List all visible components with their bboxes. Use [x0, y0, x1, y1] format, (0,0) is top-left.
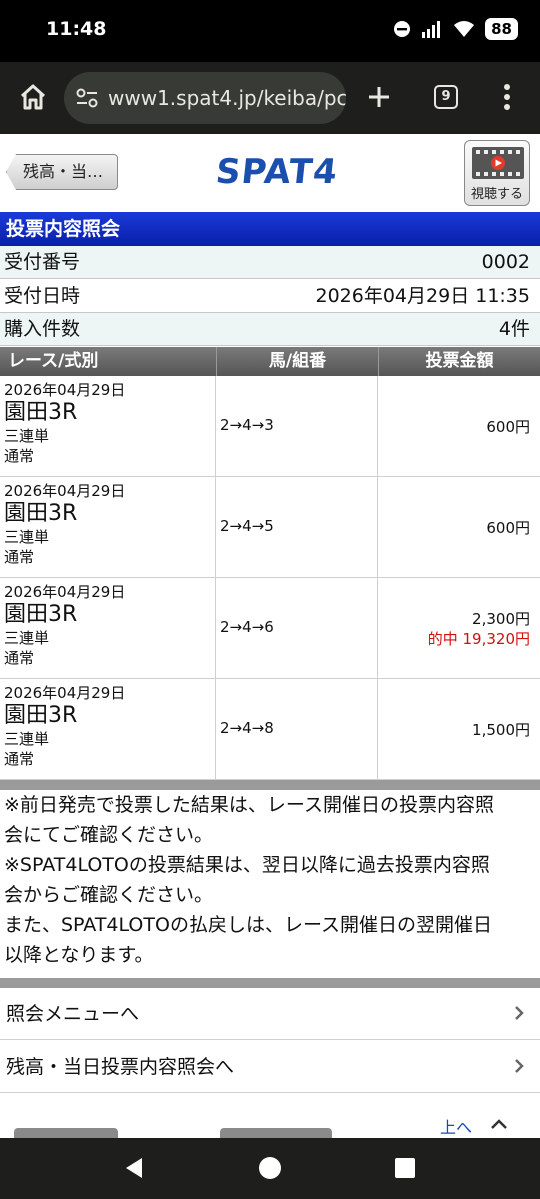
- amount-cell: 600円: [378, 376, 540, 476]
- chevron-right-icon: [515, 1059, 524, 1073]
- bet-kind: 通常: [4, 649, 35, 667]
- combination-cell: 2→4→8: [216, 679, 378, 779]
- signal-icon: [422, 21, 441, 38]
- bet-type: 三連単: [4, 427, 50, 445]
- info-value: 4件: [498, 318, 530, 340]
- note-line: 以降となります。: [4, 944, 154, 966]
- combination-cell: 2→4→3: [216, 376, 378, 476]
- info-label: 購入件数: [4, 318, 81, 340]
- bet-kind: 通常: [4, 447, 35, 465]
- wifi-icon: [454, 21, 475, 37]
- note-line: ※SPAT4LOTOの投票結果は、翌日以降に過去投票内容照: [4, 854, 490, 876]
- url-text: www1.spat4.jp/keiba/pc?: [108, 86, 346, 110]
- site-header: 残高・当… SPAT4 視聴する: [0, 134, 540, 212]
- info-label: 受付日時: [4, 285, 81, 307]
- bet-combination: 2→4→6: [220, 618, 274, 636]
- bet-combination: 2→4→3: [220, 416, 274, 434]
- site-settings-icon[interactable]: [76, 88, 98, 108]
- tab-switcher-button[interactable]: 9: [434, 85, 458, 109]
- footer-button[interactable]: [220, 1128, 332, 1138]
- balance-inquiry-link[interactable]: 残高・当日投票内容照会へ: [0, 1041, 540, 1093]
- table-row: 2026年04月29日 園田3R 三連単 通常 2→4→3 600円: [0, 376, 540, 477]
- watch-video-button[interactable]: 視聴する: [464, 140, 530, 206]
- menu-link-label: 照会メニューへ: [6, 1003, 140, 1025]
- watch-video-label: 視聴する: [470, 187, 523, 202]
- recents-nav-icon[interactable]: [394, 1157, 416, 1179]
- note-line: また、SPAT4LOTOの払戻しは、レース開催日の翌開催日: [4, 914, 492, 936]
- page-title: 投票内容照会: [0, 212, 540, 246]
- amount-cell: 600円: [378, 477, 540, 577]
- bet-date: 2026年04月29日: [4, 583, 126, 601]
- browser-toolbar: www1.spat4.jp/keiba/pc? 9: [0, 62, 540, 134]
- status-icons: 88: [393, 18, 518, 40]
- bet-kind: 通常: [4, 548, 35, 566]
- chevron-up-icon[interactable]: [490, 1118, 508, 1130]
- inquiry-menu-link[interactable]: 照会メニューへ: [0, 988, 540, 1040]
- film-play-icon: [472, 147, 524, 179]
- info-row-receipt-datetime: 受付日時 2026年04月29日 11:35: [0, 280, 540, 313]
- bet-amount: 1,500円: [472, 721, 530, 739]
- bet-amount: 2,300円: [472, 610, 530, 628]
- amount-cell: 2,300円 的中 19,320円: [378, 578, 540, 678]
- bet-venue: 園田3R: [4, 602, 78, 627]
- home-nav-icon[interactable]: [258, 1156, 282, 1180]
- info-row-purchase-count: 購入件数 4件: [0, 313, 540, 346]
- info-value: 0002: [481, 251, 530, 273]
- bet-amount: 600円: [486, 418, 530, 436]
- back-to-top-link[interactable]: 上へ: [440, 1114, 472, 1138]
- info-label: 受付番号: [4, 251, 81, 273]
- footer-button[interactable]: [14, 1128, 118, 1138]
- bets-table-header: レース/式別 馬/組番 投票金額: [0, 347, 540, 376]
- note-line: 会からご確認ください。: [4, 884, 214, 906]
- dnd-icon: [394, 21, 411, 37]
- header-amount: 投票金額: [378, 347, 540, 376]
- divider: [0, 780, 540, 790]
- info-row-receipt-number: 受付番号 0002: [0, 246, 540, 279]
- bet-combination: 2→4→5: [220, 517, 274, 535]
- bet-type: 三連単: [4, 730, 50, 748]
- table-row: 2026年04月29日 園田3R 三連単 通常 2→4→5 600円: [0, 477, 540, 578]
- home-icon[interactable]: [18, 82, 48, 112]
- system-nav-bar: [0, 1138, 540, 1199]
- header-race-type: レース/式別: [8, 351, 99, 371]
- note-line: ※前日発売で投票した結果は、レース開催日の投票内容照: [4, 794, 494, 816]
- table-row: 2026年04月29日 園田3R 三連単 通常 2→4→6 2,300円 的中 …: [0, 578, 540, 679]
- combination-cell: 2→4→5: [216, 477, 378, 577]
- bet-date: 2026年04月29日: [4, 684, 126, 702]
- table-row: 2026年04月29日 園田3R 三連単 通常 2→4→8 1,500円: [0, 679, 540, 780]
- bet-venue: 園田3R: [4, 400, 78, 425]
- bet-date: 2026年04月29日: [4, 381, 126, 399]
- bet-type: 三連単: [4, 629, 50, 647]
- chevron-right-icon: [515, 1006, 524, 1020]
- note-line: 会にてご確認ください。: [4, 824, 214, 846]
- race-cell: 2026年04月29日 園田3R 三連単 通常: [0, 477, 216, 577]
- new-tab-icon[interactable]: [364, 82, 394, 112]
- winning-payout: 的中 19,320円: [427, 630, 530, 648]
- combination-cell: 2→4→6: [216, 578, 378, 678]
- bet-type: 三連単: [4, 528, 50, 546]
- back-nav-icon[interactable]: [122, 1156, 146, 1180]
- info-value: 2026年04月29日 11:35: [315, 285, 530, 307]
- race-cell: 2026年04月29日 園田3R 三連単 通常: [0, 679, 216, 779]
- status-time: 11:48: [46, 18, 107, 40]
- status-bar: 11:48 88: [0, 0, 540, 62]
- battery-indicator: 88: [485, 18, 518, 40]
- race-cell: 2026年04月29日 園田3R 三連単 通常: [0, 578, 216, 678]
- overflow-menu-icon[interactable]: [502, 82, 512, 112]
- notes: ※前日発売で投票した結果は、レース開催日の投票内容照 会にてご確認ください。 ※…: [0, 790, 540, 970]
- bet-combination: 2→4→8: [220, 719, 274, 737]
- back-balance-button[interactable]: 残高・当…: [6, 154, 118, 190]
- divider: [0, 978, 540, 988]
- bet-amount: 600円: [486, 519, 530, 537]
- bet-venue: 園田3R: [4, 501, 78, 526]
- bet-venue: 園田3R: [4, 703, 78, 728]
- spat4-logo: SPAT4: [213, 152, 340, 192]
- header-combination: 馬/組番: [216, 347, 378, 376]
- address-bar[interactable]: www1.spat4.jp/keiba/pc?: [64, 72, 346, 124]
- bet-kind: 通常: [4, 750, 35, 768]
- amount-cell: 1,500円: [378, 679, 540, 779]
- bet-date: 2026年04月29日: [4, 482, 126, 500]
- menu-link-label: 残高・当日投票内容照会へ: [6, 1056, 235, 1078]
- race-cell: 2026年04月29日 園田3R 三連単 通常: [0, 376, 216, 476]
